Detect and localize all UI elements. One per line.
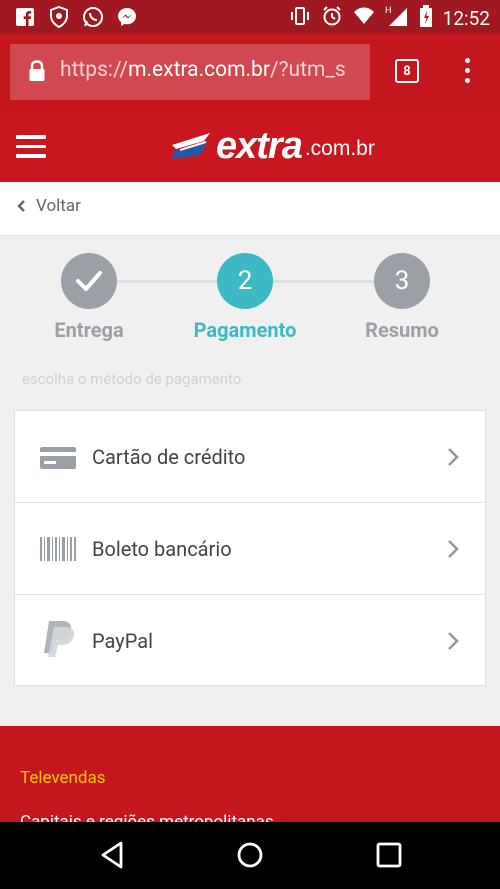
clock-time: 12:52	[442, 6, 490, 30]
hamburger-menu-icon[interactable]	[16, 135, 46, 158]
payment-method-boleto[interactable]: Boleto bancário	[15, 503, 485, 595]
vibrate-icon	[289, 5, 311, 31]
payment-hint: escolha o método de pagamento	[22, 370, 242, 388]
back-triangle-icon[interactable]	[97, 840, 127, 870]
tab-switcher-button[interactable]: 8	[395, 59, 419, 83]
whatsapp-icon	[82, 6, 104, 28]
wifi-icon	[353, 6, 375, 30]
payment-method-paypal[interactable]: PayPal	[15, 595, 485, 687]
signal-icon: H	[385, 5, 409, 31]
extra-logo[interactable]: extra .com.br	[170, 124, 375, 168]
recents-square-icon[interactable]	[374, 840, 404, 870]
logo-text: extra	[216, 124, 303, 167]
chevron-right-icon	[448, 448, 459, 466]
step-resumo-label: Resumo	[365, 318, 439, 342]
shield-icon	[48, 6, 70, 28]
url-text: https://m.extra.com.br/?utm_s	[60, 58, 360, 82]
paypal-icon	[44, 621, 75, 657]
step-resumo-circle: 3	[374, 253, 430, 309]
chevron-right-icon	[448, 540, 459, 558]
check-icon	[76, 271, 102, 291]
payment-method-list: Cartão de crédito Boleto bancário PayPal	[14, 410, 486, 686]
checkout-stepper: 2 3 Entrega Pagamento Resumo	[0, 236, 500, 366]
url-path: /?utm_s	[269, 58, 346, 82]
lock-icon	[28, 60, 46, 86]
payment-method-label: Cartão de crédito	[92, 445, 246, 469]
logo-domain: .com.br	[304, 137, 375, 160]
url-scheme: https://	[60, 58, 129, 82]
status-bar: H 12:52	[0, 0, 500, 34]
browser-menu-icon[interactable]	[462, 58, 472, 86]
credit-card-icon	[40, 447, 76, 469]
url-field[interactable]: https://m.extra.com.br/?utm_s	[10, 44, 370, 100]
back-bar: Voltar	[0, 182, 500, 236]
android-nav-bar	[0, 822, 500, 889]
svg-text:H: H	[385, 5, 392, 15]
back-link[interactable]: Voltar	[16, 196, 81, 216]
messenger-icon	[116, 6, 138, 28]
payment-method-label: PayPal	[92, 629, 153, 653]
payment-method-label: Boleto bancário	[92, 537, 232, 561]
site-header: extra .com.br	[0, 110, 500, 182]
browser-toolbar: https://m.extra.com.br/?utm_s 8	[0, 34, 500, 110]
chevron-right-icon	[448, 632, 459, 650]
battery-icon	[419, 5, 433, 31]
step-pagamento-label: Pagamento	[193, 318, 297, 342]
footer-title: Televendas	[20, 768, 106, 788]
payment-method-credit-card[interactable]: Cartão de crédito	[15, 411, 485, 503]
back-label: Voltar	[36, 196, 81, 216]
barcode-icon	[40, 537, 76, 561]
logo-mark-icon	[172, 133, 210, 159]
step-entrega-circle[interactable]	[61, 253, 117, 309]
step-entrega-label: Entrega	[54, 318, 124, 342]
site-footer: Televendas Capitais e regiões metropolit…	[0, 726, 500, 826]
step-pagamento-circle: 2	[217, 253, 273, 309]
facebook-icon	[14, 6, 36, 28]
home-circle-icon[interactable]	[235, 840, 265, 870]
chevron-left-icon	[17, 200, 25, 212]
alarm-icon	[321, 5, 343, 31]
url-host: m.extra.com.br	[128, 58, 270, 82]
